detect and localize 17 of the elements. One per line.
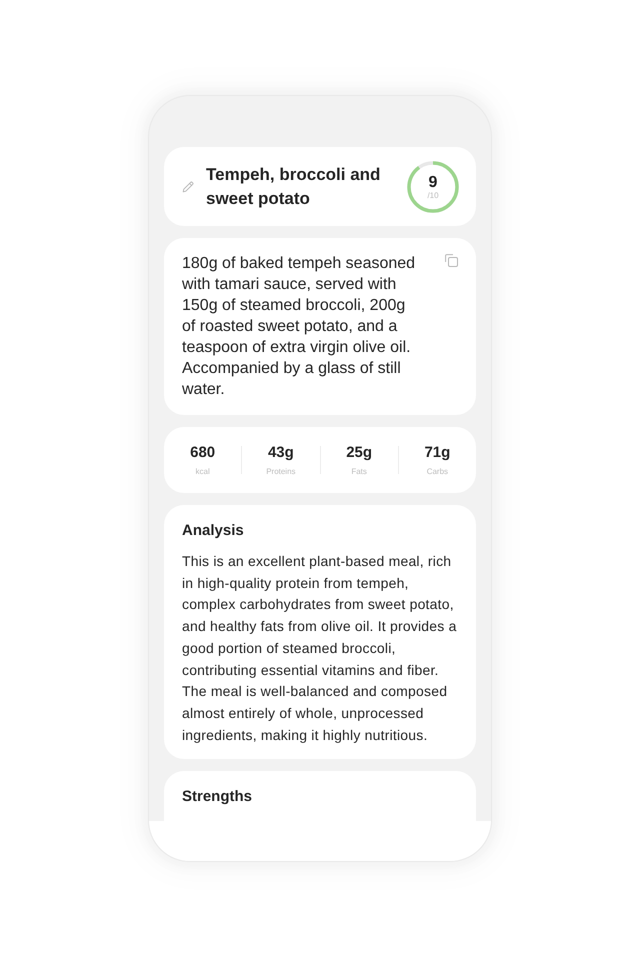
analysis-text: This is an excellent plant-based meal, rich in high-quality protein from tempeh, complex carbohydrates from sweet potato, and healthy fats from olive oil. It provides a good portion of steamed broccoli, contributing essential vitamins and fiber. The meal is well-balanced and composed almost entirely of whole, unprocessed ingredients, making it highly nutritious. (182, 552, 458, 745)
nutrient-label: Fats (351, 466, 367, 476)
nutrient-value: 43g (268, 444, 294, 460)
nutrient-value: 71g (424, 444, 450, 460)
meal-title: Tempeh, broccoli and sweet potato (206, 164, 382, 210)
nutrient-label: Carbs (426, 466, 448, 476)
nutrient-label: Proteins (266, 466, 296, 476)
pencil-icon[interactable] (182, 180, 194, 192)
section-heading: Analysis (182, 521, 245, 541)
copy-icon[interactable] (445, 254, 458, 267)
meal-description: 180g of baked tempeh seasoned with tamari sauce, served with 150g of steamed broccoli, 200g of roasted sweet potato, and a teaspoon of extra virgin olive oil. Accompanied by a glass of still water. (182, 254, 416, 400)
section-heading: Strengths (182, 787, 254, 808)
nutrient-value: 680 (190, 444, 216, 460)
nutrient-value: 25g (346, 444, 372, 460)
score-max: /10 (427, 190, 439, 200)
score-value: 9 (428, 174, 438, 190)
nutrient-label: kcal (196, 466, 210, 476)
